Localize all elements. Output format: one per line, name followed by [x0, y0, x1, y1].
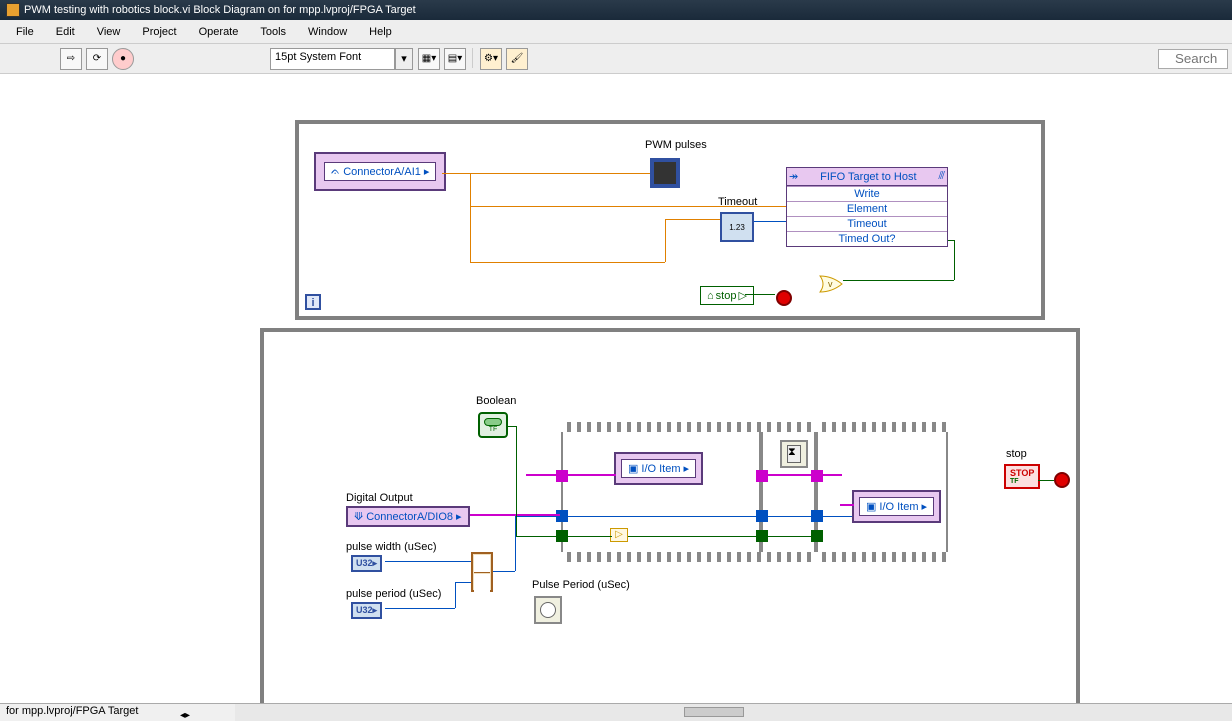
timeout-constant-node[interactable]: 1.23	[720, 212, 754, 242]
run-button[interactable]: ⇨	[60, 48, 82, 70]
app-icon	[6, 3, 20, 17]
tunnel-pink-1	[556, 470, 568, 482]
scrollbar-thumb[interactable]	[684, 707, 744, 717]
graph-icon	[652, 160, 678, 186]
clock-icon	[540, 602, 556, 618]
bundle-node[interactable]	[471, 552, 493, 592]
menu-window[interactable]: Window	[298, 23, 357, 41]
iteration-terminal-icon: i	[305, 294, 321, 310]
pwm-pulses-label: PWM pulses	[645, 139, 707, 151]
fifo-element: Element	[787, 201, 947, 216]
menu-file[interactable]: File	[6, 23, 44, 41]
menu-operate[interactable]: Operate	[189, 23, 249, 41]
window-title: PWM testing with robotics block.vi Block…	[24, 4, 416, 16]
boolean-label: Boolean	[476, 395, 516, 407]
fpga-io-node-frame1[interactable]: ▣I/O Item▸	[614, 452, 703, 485]
tf-label: TF	[480, 426, 506, 433]
horizontal-scrollbar[interactable]	[235, 703, 1232, 721]
cleanup-button[interactable]: 🖌	[506, 48, 528, 70]
io-icon: ▣	[866, 500, 876, 513]
connectorA-label: ConnectorA/AI1	[343, 166, 421, 178]
loop-condition-terminal-1[interactable]	[776, 290, 792, 306]
menu-tools[interactable]: Tools	[250, 23, 296, 41]
pulse-period-label: pulse period (uSec)	[346, 588, 441, 600]
fifo-timedout: Timed Out?	[787, 231, 947, 246]
fpga-io-node-connectorA[interactable]: ᨊConnectorA/AI1▸	[314, 152, 446, 191]
timeout-value: 1.23	[729, 223, 745, 232]
menu-help[interactable]: Help	[359, 23, 402, 41]
fifo-timeout: Timeout	[787, 216, 947, 231]
search-input[interactable]	[1158, 49, 1228, 69]
pulse-period-control[interactable]: U32▸	[351, 602, 382, 619]
timer-node-frame2[interactable]: ⧗	[780, 440, 808, 468]
project-tab[interactable]: for mpp.lvproj/FPGA Target ◂▸	[0, 703, 235, 721]
diagram-canvas[interactable]: i ᨊConnectorA/AI1▸ PWM pulses Timeout 1.…	[0, 74, 1232, 714]
tunnel-pink-3	[811, 470, 823, 482]
abort-button[interactable]: ●	[112, 48, 134, 70]
digital-output-label: Digital Output	[346, 492, 413, 504]
dropdown-icon: ▸	[424, 165, 430, 178]
flat-sequence-frame-1[interactable]	[561, 422, 761, 562]
svg-text:v: v	[828, 279, 833, 289]
or-gate-node[interactable]: v	[818, 274, 846, 294]
toolbar: ⇨ ⟳ ● 15pt System Font ▾ ▦▾ ▤▾ ⚙▾ 🖌	[0, 44, 1232, 74]
wave-icon: ᨊ	[331, 165, 340, 178]
menu-edit[interactable]: Edit	[46, 23, 85, 41]
fifo-write: Write	[787, 186, 947, 201]
waveform-graph-terminal[interactable]	[650, 158, 680, 188]
fifo-target-to-host-node[interactable]: ↠FIFO Target to Host⫻ Write Element Time…	[786, 167, 948, 247]
pulse-width-label: pulse width (uSec)	[346, 541, 437, 553]
menubar: File Edit View Project Operate Tools Win…	[0, 20, 1232, 44]
stop-control-1[interactable]: ⌂stop▷	[700, 286, 754, 305]
loop-condition-terminal-2[interactable]	[1054, 472, 1070, 488]
font-dropdown[interactable]: ▾	[395, 48, 413, 70]
font-selector[interactable]: 15pt System Font	[270, 48, 395, 70]
run-cont-button[interactable]: ⟳	[86, 48, 108, 70]
tunnel-pink-2	[756, 470, 768, 482]
boolean-indicator[interactable]: TF	[478, 412, 508, 438]
reorder-button[interactable]: ⚙▾	[480, 48, 502, 70]
io-icon: ▣	[628, 462, 638, 475]
fifo-config-icon: ⫻	[938, 170, 945, 183]
window-titlebar: PWM testing with robotics block.vi Block…	[0, 0, 1232, 20]
menu-project[interactable]: Project	[132, 23, 186, 41]
distribute-button[interactable]: ▤▾	[444, 48, 466, 70]
bundle-element-1	[474, 555, 490, 573]
arrow-icon: ↠	[789, 170, 798, 183]
digital-output-control[interactable]: ⟱ConnectorA/DIO8▸	[346, 506, 470, 527]
dropdown-icon: ▸	[456, 510, 462, 523]
bundle-element-2	[474, 574, 490, 592]
stop-label-2: stop	[1006, 448, 1027, 460]
wait-node[interactable]	[534, 596, 562, 624]
dropdown-icon: ▸	[684, 462, 690, 475]
home-icon: ⌂	[707, 290, 714, 302]
tf-label: TF	[1010, 478, 1034, 485]
pulse-period-indicator-label: Pulse Period (uSec)	[532, 579, 630, 591]
fifo-header: ↠FIFO Target to Host⫻	[787, 168, 947, 186]
fpga-io-node-frame3[interactable]: ▣I/O Item▸	[852, 490, 941, 523]
play-icon: ▷	[738, 289, 746, 302]
pulse-width-control[interactable]: U32▸	[351, 555, 382, 572]
led-icon	[484, 418, 502, 426]
tab-scroll-icon[interactable]: ◂▸	[180, 710, 190, 721]
io-icon: ⟱	[354, 510, 363, 523]
align-button[interactable]: ▦▾	[418, 48, 440, 70]
menu-view[interactable]: View	[87, 23, 131, 41]
comparison-node[interactable]: ▷	[610, 528, 628, 542]
stop-button-terminal[interactable]: STOP TF	[1004, 464, 1040, 489]
dropdown-icon: ▸	[922, 500, 928, 513]
hourglass-icon: ⧗	[787, 445, 801, 463]
